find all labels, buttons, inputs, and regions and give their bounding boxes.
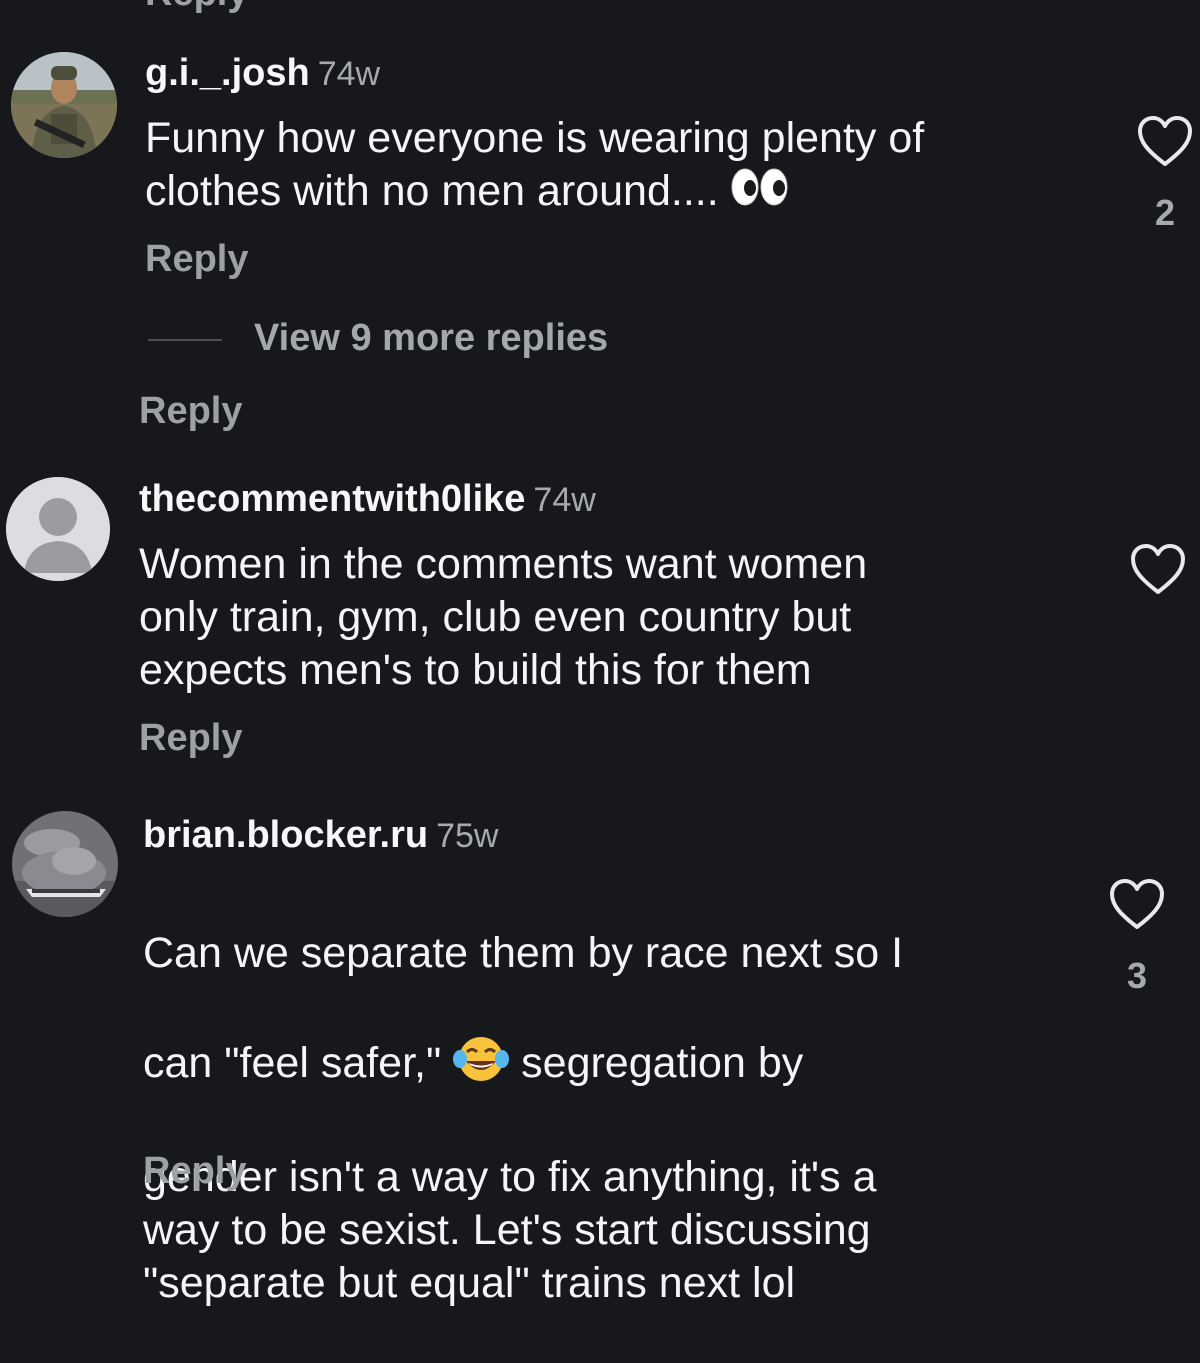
like-heart-icon[interactable] <box>1129 542 1187 601</box>
reply-button[interactable]: Reply <box>143 1150 246 1193</box>
replies-divider-line <box>148 339 222 341</box>
face-with-tears-of-joy-emoji <box>453 1033 510 1098</box>
comment-text-line: Can we separate them by race next so I <box>143 929 904 977</box>
timestamp: 75w <box>436 817 499 855</box>
comment-text: Can we separate them by race next so I c… <box>143 874 1103 1363</box>
eyes-emoji <box>731 167 789 220</box>
reply-button[interactable]: Reply <box>145 238 248 281</box>
view-more-replies-button[interactable]: View 9 more replies <box>254 317 608 360</box>
comment-header: thecommentwith0like 74w <box>139 478 596 521</box>
like-count: 3 <box>1126 955 1148 996</box>
avatar-gi-josh[interactable] <box>11 52 117 158</box>
comment-text-line: can "feel safer," segregation by <box>143 1033 1103 1098</box>
reply-button[interactable]: Reply <box>139 717 242 760</box>
username-link[interactable]: g.i._.josh <box>145 52 310 94</box>
comment-text: Women in the comments want women only tr… <box>139 540 868 694</box>
like-heart-icon[interactable] <box>1108 877 1166 936</box>
comment-header: brian.blocker.ru 75w <box>143 814 498 857</box>
like-count: 2 <box>1154 192 1176 233</box>
reply-button-thread[interactable]: Reply <box>139 390 242 433</box>
comment-text: Funny how everyone is wearing plenty of … <box>145 112 1105 220</box>
like-heart-icon[interactable] <box>1136 114 1194 173</box>
timestamp: 74w <box>317 55 381 93</box>
username-link[interactable]: brian.blocker.ru <box>143 814 428 856</box>
timestamp: 74w <box>533 481 596 519</box>
comment-text-rest: gender isn't a way to fix anything, it's… <box>143 1153 877 1307</box>
reply-button-partial[interactable]: Reply <box>145 0 248 15</box>
default-avatar-icon[interactable] <box>6 477 110 581</box>
avatar-brian-blocker[interactable] <box>12 811 118 917</box>
username-link[interactable]: thecommentwith0like <box>139 478 525 520</box>
comment-header: g.i._.josh 74w <box>145 52 380 95</box>
